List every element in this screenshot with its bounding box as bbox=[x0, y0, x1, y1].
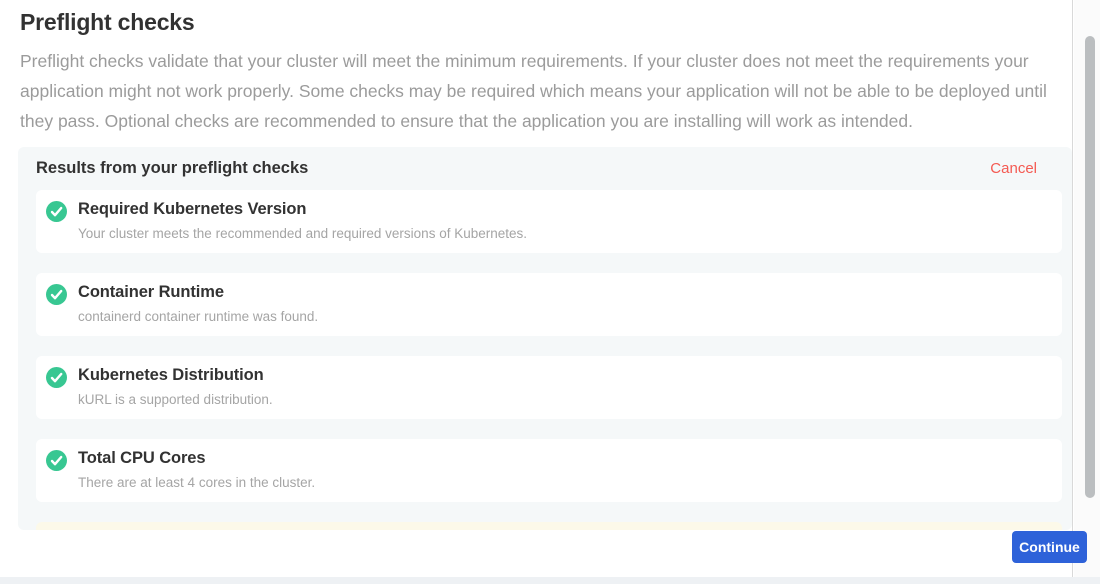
check-pass-icon bbox=[46, 284, 67, 305]
scrollbar-thumb[interactable] bbox=[1085, 36, 1095, 498]
check-text: Total CPU Cores There are at least 4 cor… bbox=[78, 449, 315, 490]
scrollbar-track[interactable] bbox=[1074, 0, 1100, 577]
continue-button[interactable]: Continue bbox=[1012, 531, 1087, 563]
bottom-edge-strip bbox=[0, 577, 1100, 584]
check-pass-icon bbox=[46, 201, 67, 222]
check-result-item: Kubernetes Distribution kURL is a suppor… bbox=[36, 356, 1062, 419]
check-message: There are at least 4 cores in the cluste… bbox=[78, 475, 315, 490]
page-description: Preflight checks validate that your clus… bbox=[20, 46, 1050, 136]
check-text: Kubernetes Distribution kURL is a suppor… bbox=[78, 366, 273, 407]
check-pass-icon bbox=[46, 450, 67, 471]
results-header-row: Results from your preflight checks Cance… bbox=[18, 147, 1072, 178]
check-result-item: Required Kubernetes Version Your cluster… bbox=[36, 190, 1062, 253]
check-title: Kubernetes Distribution bbox=[78, 366, 273, 385]
preflight-page: Preflight checks Preflight checks valida… bbox=[0, 0, 1073, 577]
check-title: Required Kubernetes Version bbox=[78, 200, 527, 219]
cancel-link[interactable]: Cancel bbox=[990, 160, 1037, 177]
check-result-item: Container Runtime containerd container r… bbox=[36, 273, 1062, 336]
check-pass-icon bbox=[46, 367, 67, 388]
results-header-title: Results from your preflight checks bbox=[36, 159, 308, 178]
check-result-item: Total CPU Cores There are at least 4 cor… bbox=[36, 439, 1062, 502]
check-title: Total CPU Cores bbox=[78, 449, 315, 468]
check-text: Required Kubernetes Version Your cluster… bbox=[78, 200, 527, 241]
page-title: Preflight checks bbox=[20, 9, 1072, 36]
check-result-item: Must have at least 3 nodes in the cluste… bbox=[36, 522, 1062, 530]
check-title: Container Runtime bbox=[78, 283, 318, 302]
check-message: containerd container runtime was found. bbox=[78, 309, 318, 324]
check-message: kURL is a supported distribution. bbox=[78, 392, 273, 407]
check-message: Your cluster meets the recommended and r… bbox=[78, 226, 527, 241]
preflight-results-panel: Results from your preflight checks Cance… bbox=[18, 147, 1072, 530]
check-list: Required Kubernetes Version Your cluster… bbox=[18, 190, 1072, 530]
check-text: Container Runtime containerd container r… bbox=[78, 283, 318, 324]
